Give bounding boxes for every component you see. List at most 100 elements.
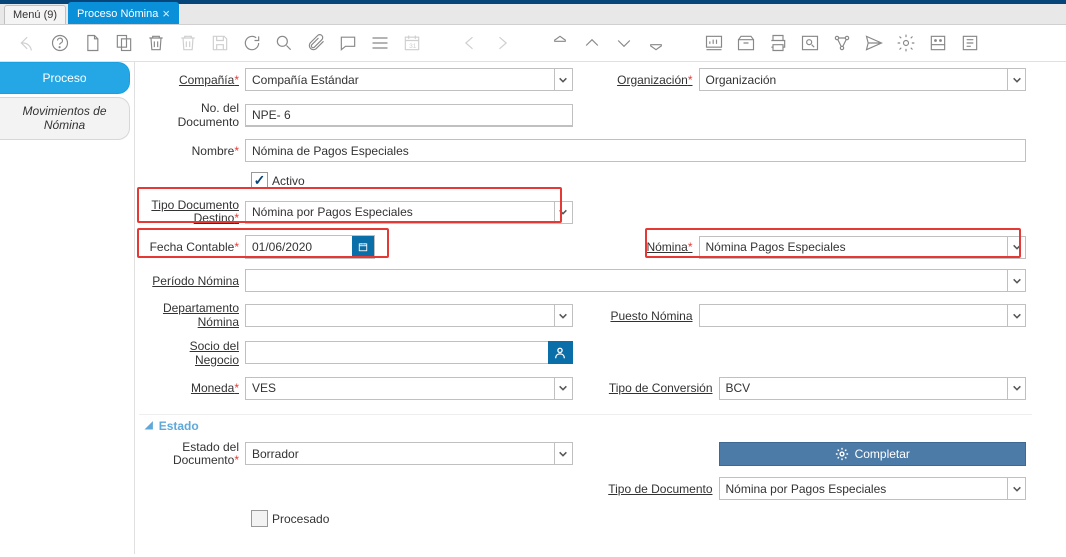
gear-icon[interactable]: [896, 33, 916, 53]
archive-icon[interactable]: [736, 33, 756, 53]
tab-menu[interactable]: Menú (9): [4, 5, 66, 24]
send-icon[interactable]: [864, 33, 884, 53]
search-icon[interactable]: [274, 33, 294, 53]
chevron-down-icon[interactable]: [554, 305, 572, 326]
refresh-icon[interactable]: [242, 33, 262, 53]
delete-all-icon[interactable]: [178, 33, 198, 53]
product-icon[interactable]: [928, 33, 948, 53]
combo-value: VES: [246, 378, 554, 399]
last-icon[interactable]: [646, 33, 666, 53]
new-icon[interactable]: [82, 33, 102, 53]
close-icon[interactable]: ×: [162, 6, 170, 21]
combo-value: Organización: [700, 69, 1008, 90]
date-fecha-contable[interactable]: 01/06/2020: [245, 235, 375, 259]
label-organizacion: Organización*: [599, 73, 699, 87]
bpartner-icon[interactable]: [548, 341, 572, 364]
label-departamento-nomina: DepartamentoNómina: [145, 302, 245, 328]
combo-value: [246, 305, 554, 326]
label-moneda: Moneda*: [145, 381, 245, 395]
down-icon[interactable]: [614, 33, 634, 53]
combo-tipo-documento[interactable]: Nómina por Pagos Especiales: [719, 477, 1027, 500]
list-icon[interactable]: [370, 33, 390, 53]
chevron-down-icon[interactable]: [554, 69, 572, 90]
label-tipo-conversion: Tipo de Conversión: [599, 381, 719, 395]
label-fecha-contable: Fecha Contable*: [145, 240, 245, 254]
tab-proceso-nomina-label: Proceso Nómina: [77, 8, 158, 20]
chevron-down-icon[interactable]: [554, 443, 572, 464]
label-tipo-doc-destino: Tipo DocumentoDestino*: [145, 199, 245, 225]
info-icon[interactable]: [960, 33, 980, 53]
label-periodo-nomina: Período Nómina: [145, 274, 245, 288]
label-tipo-documento: Tipo de Documento: [599, 482, 719, 496]
save-icon[interactable]: [210, 33, 230, 53]
combo-moneda[interactable]: VES: [245, 377, 573, 400]
label-compania: Compañía*: [145, 73, 245, 87]
chevron-down-icon[interactable]: [1007, 378, 1025, 399]
combo-nomina[interactable]: Nómina Pagos Especiales: [699, 236, 1027, 259]
attach-icon[interactable]: [306, 33, 326, 53]
tab-proceso-nomina[interactable]: Proceso Nómina ×: [68, 2, 179, 24]
label-nomina: Nómina*: [599, 240, 699, 254]
combo-departamento[interactable]: [245, 304, 573, 327]
help-icon[interactable]: [50, 33, 70, 53]
combo-tipo-doc-destino[interactable]: Nómina por Pagos Especiales: [245, 201, 573, 224]
triangle-down-icon: ◢: [145, 420, 153, 431]
up-icon[interactable]: [582, 33, 602, 53]
chevron-down-icon[interactable]: [554, 378, 572, 399]
first-icon[interactable]: [550, 33, 570, 53]
completar-button[interactable]: Completar: [719, 442, 1027, 466]
combo-value: Compañía Estándar: [246, 69, 554, 90]
tab-bar: Menú (9) Proceso Nómina ×: [0, 4, 1066, 25]
workflow-icon[interactable]: [832, 33, 852, 53]
chat-icon[interactable]: [338, 33, 358, 53]
next-icon[interactable]: [492, 33, 512, 53]
combo-value: Nómina por Pagos Especiales: [720, 478, 1008, 499]
prev-icon[interactable]: [460, 33, 480, 53]
sidebar-item-proceso[interactable]: Proceso: [0, 62, 130, 94]
combo-tipo-conversion[interactable]: BCV: [719, 377, 1027, 400]
combo-compania[interactable]: Compañía Estándar: [245, 68, 573, 91]
back-icon[interactable]: [18, 33, 38, 53]
chevron-down-icon[interactable]: [554, 202, 572, 223]
chevron-down-icon[interactable]: [1007, 237, 1025, 258]
combo-value: BCV: [720, 378, 1008, 399]
tab-menu-label: Menú (9): [13, 9, 57, 21]
svg-text:31: 31: [409, 43, 417, 50]
delete-icon[interactable]: [146, 33, 166, 53]
label-estado-documento: Estado delDocumento*: [145, 441, 245, 467]
sidebar-item-label: Proceso: [42, 71, 86, 85]
label-puesto-nomina: Puesto Nómina: [599, 309, 699, 323]
date-value: 01/06/2020: [246, 236, 352, 258]
label-no-documento: No. del Documento: [145, 101, 245, 129]
combo-estado-documento[interactable]: Borrador: [245, 442, 573, 465]
label-nombre: Nombre*: [145, 144, 245, 158]
label-activo: Activo: [272, 174, 305, 188]
combo-value: [246, 270, 1007, 291]
combo-value: Nómina por Pagos Especiales: [246, 202, 554, 223]
checkbox-procesado[interactable]: [251, 510, 268, 527]
calendar-icon[interactable]: 31: [402, 33, 422, 53]
combo-periodo-nomina[interactable]: [245, 269, 1026, 292]
toolbar: 31: [0, 25, 1066, 62]
label-procesado: Procesado: [272, 512, 329, 526]
zoom-doc-icon[interactable]: [800, 33, 820, 53]
input-nombre[interactable]: Nómina de Pagos Especiales: [245, 139, 1026, 162]
chevron-down-icon[interactable]: [1007, 270, 1025, 291]
section-estado[interactable]: ◢ Estado: [145, 419, 1026, 433]
print-icon[interactable]: [768, 33, 788, 53]
combo-organizacion[interactable]: Organización: [699, 68, 1027, 91]
input-socio-negocio[interactable]: [245, 341, 549, 364]
chevron-down-icon[interactable]: [1007, 305, 1025, 326]
form-area: Compañía* Compañía Estándar Organización…: [135, 62, 1066, 554]
combo-value: Borrador: [246, 443, 554, 464]
chevron-down-icon[interactable]: [1007, 69, 1025, 90]
checkbox-activo[interactable]: [251, 172, 268, 189]
calendar-icon[interactable]: [352, 236, 374, 258]
copy-icon[interactable]: [114, 33, 134, 53]
combo-puesto-nomina[interactable]: [699, 304, 1027, 327]
report-icon[interactable]: [704, 33, 724, 53]
combo-value: Nómina Pagos Especiales: [700, 237, 1008, 258]
sidebar-item-movimientos[interactable]: Movimientos de Nómina: [0, 97, 130, 140]
chevron-down-icon[interactable]: [1007, 478, 1025, 499]
gear-icon: [835, 447, 849, 461]
